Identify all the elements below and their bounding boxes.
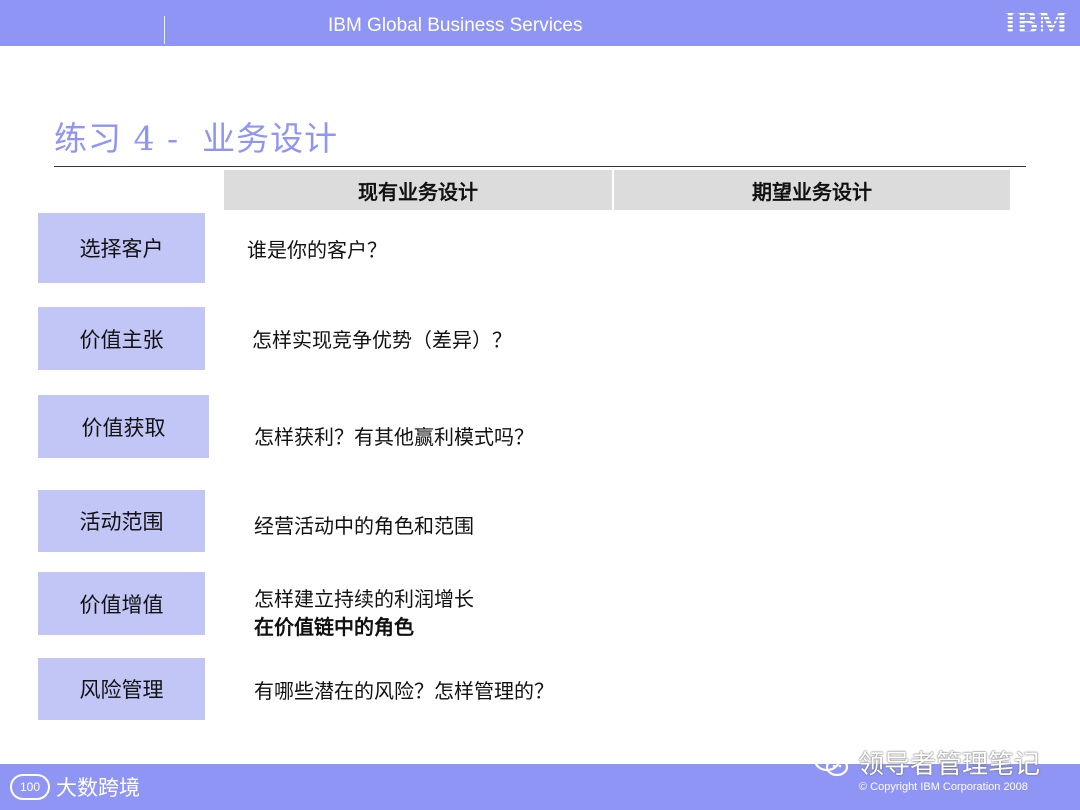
- watermark-left-text: 大数跨境: [56, 776, 140, 800]
- row-text-value-capture: 怎样获利？有其他赢利模式吗？: [254, 425, 534, 449]
- row-text-value-add: 怎样建立持续的利润增长 在价值链中的角色: [254, 585, 474, 641]
- row-text-risk-management: 有哪些潜在的风险？怎样管理的？: [254, 679, 554, 703]
- header-title: IBM Global Business Services: [328, 15, 583, 36]
- row-text-value-add-line1: 怎样建立持续的利润增长: [254, 587, 474, 611]
- svg-text:IBM: IBM: [1004, 5, 1068, 39]
- row-text-activity-scope: 经营活动中的角色和范围: [254, 514, 474, 538]
- watermark-right: 领导者管理笔记: [812, 744, 1040, 781]
- row-label-value-capture: 价值获取: [38, 395, 209, 458]
- watermark-badge-icon: 100: [10, 774, 50, 800]
- copyright-text: © Copyright IBM Corporation 2008: [859, 781, 1028, 793]
- watermark-right-text: 领导者管理笔记: [858, 750, 1041, 780]
- watermark-left: 100 大数跨境: [10, 772, 140, 802]
- row-label-value-proposition: 价值主张: [38, 307, 205, 370]
- row-label-risk-management: 风险管理: [38, 658, 205, 720]
- slide-title: 练习 4 - 业务设计: [54, 119, 339, 158]
- row-label-activity-scope: 活动范围: [38, 490, 205, 552]
- title-rule: [54, 166, 1026, 167]
- row-text-select-customer: 谁是你的客户？: [247, 238, 387, 262]
- row-label-value-add: 价值增值: [38, 572, 205, 635]
- column-header-desired: 期望业务设计: [614, 170, 1010, 210]
- row-text-value-add-line2: 在价值链中的角色: [254, 615, 414, 639]
- row-label-select-customer: 选择客户: [38, 213, 205, 283]
- ibm-logo: IBM: [1004, 5, 1068, 39]
- column-header-current: 现有业务设计: [224, 170, 612, 210]
- row-text-value-proposition: 怎样实现竞争优势（差异）？: [252, 328, 512, 352]
- header-bar: IBM Global Business Services IBM: [0, 0, 1080, 46]
- wechat-icon: [813, 748, 849, 776]
- header-divider: [164, 16, 165, 44]
